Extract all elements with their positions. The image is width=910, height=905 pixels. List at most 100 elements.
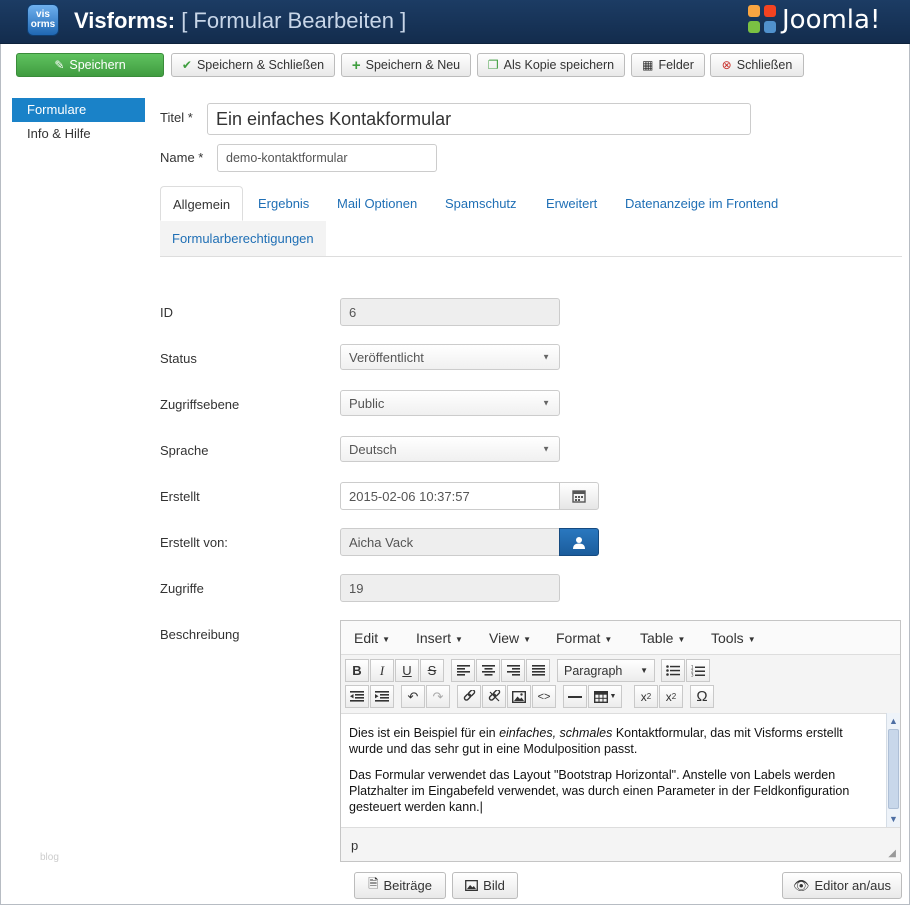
joomla-brand-text: Joomla!	[782, 5, 881, 35]
link-icon[interactable]	[457, 685, 481, 708]
tab-spamschutz[interactable]: Spamschutz	[445, 186, 517, 221]
grid-icon: ▦	[642, 58, 654, 72]
status-label: Status	[160, 351, 197, 366]
image-label: Bild	[483, 878, 505, 893]
close-button[interactable]: ⊗ Schließen	[710, 53, 804, 77]
save-copy-label: Als Kopie speichern	[503, 58, 615, 72]
select-user-button[interactable]	[559, 528, 599, 556]
tab-formularberechtigungen[interactable]: Formularberechtigungen	[160, 221, 326, 256]
save-label: Speichern	[69, 58, 126, 72]
tab-mail-optionen[interactable]: Mail Optionen	[337, 186, 417, 221]
table-icon[interactable]: ▼	[588, 685, 622, 708]
save-button[interactable]: ✎ Speichern	[16, 53, 164, 77]
editor-toolbar-row-2: ↶ ↷ <> ▼ x2 x2 Ω	[343, 685, 899, 709]
strikethrough-icon[interactable]: S	[420, 659, 444, 682]
content-paragraph-2: Das Formular verwendet das Layout "Boots…	[349, 768, 850, 814]
link-glyph	[463, 690, 475, 701]
user-icon	[573, 536, 585, 549]
editor-scrollbar[interactable]: ▲ ▼	[886, 713, 900, 827]
scroll-up-icon[interactable]: ▲	[888, 714, 899, 728]
header-bar: vis orms Visforms: [ Formular Bearbeiten …	[0, 0, 910, 44]
menu-table[interactable]: Table ▼	[640, 630, 685, 646]
created-input[interactable]: 2015-02-06 10:37:57	[340, 482, 560, 510]
image-icon[interactable]	[507, 685, 531, 708]
indent-icon[interactable]	[370, 685, 394, 708]
numbered-list-icon[interactable]: 123	[686, 659, 710, 682]
element-path[interactable]: p	[351, 838, 358, 853]
status-value: Veröffentlicht	[349, 349, 424, 365]
bold-icon[interactable]: B	[345, 659, 369, 682]
tab-erweitert[interactable]: Erweitert	[546, 186, 597, 221]
calendar-button[interactable]	[559, 482, 599, 510]
language-select[interactable]: Deutsch ▼	[340, 436, 560, 462]
chevron-down-icon: ▼	[542, 444, 550, 454]
unlink-icon[interactable]	[482, 685, 506, 708]
menu-edit[interactable]: Edit ▼	[354, 630, 390, 646]
menu-format[interactable]: Format ▼	[556, 630, 612, 646]
resize-handle-icon[interactable]: ◢	[888, 848, 896, 859]
scroll-thumb[interactable]	[888, 729, 899, 809]
undo-icon[interactable]: ↶	[401, 685, 425, 708]
image-button[interactable]: Bild	[452, 872, 518, 899]
horizontal-rule-icon[interactable]	[563, 685, 587, 708]
format-select[interactable]: Paragraph ▼	[557, 659, 655, 682]
menu-tools[interactable]: Tools ▼	[711, 630, 756, 646]
special-char-icon[interactable]: Ω	[690, 685, 714, 708]
align-center-glyph	[481, 665, 495, 676]
align-justify-icon[interactable]	[526, 659, 550, 682]
caret-down-icon: ▼	[747, 634, 756, 644]
close-circle-icon: ⊗	[721, 58, 732, 72]
articles-button[interactable]: 🗎 Beiträge	[354, 872, 446, 899]
name-input[interactable]: demo-kontaktformular	[217, 144, 437, 172]
save-new-button[interactable]: + Speichern & Neu	[341, 53, 471, 77]
caret-down-icon: ▼	[523, 634, 532, 644]
align-center-icon[interactable]	[476, 659, 500, 682]
superscript-icon[interactable]: x2	[659, 685, 683, 708]
fields-label: Felder	[658, 58, 694, 72]
access-label: Zugriffsebene	[160, 397, 240, 412]
menu-tools-label: Tools	[711, 630, 744, 646]
menu-insert[interactable]: Insert ▼	[416, 630, 463, 646]
title-input[interactable]: Ein einfaches Kontakformular	[207, 103, 751, 135]
indent-glyph	[375, 691, 389, 702]
menu-edit-label: Edit	[354, 630, 379, 646]
align-justify-glyph	[531, 665, 545, 676]
outdent-glyph	[350, 691, 364, 702]
menu-insert-label: Insert	[416, 630, 452, 646]
content-p1-start: Dies ist ein Beispiel für ein	[349, 726, 500, 740]
tab-ergebnis[interactable]: Ergebnis	[258, 186, 309, 221]
fields-button[interactable]: ▦ Felder	[631, 53, 705, 77]
access-select[interactable]: Public ▼	[340, 390, 560, 416]
tabs-divider	[160, 256, 902, 257]
subscript-icon[interactable]: x2	[634, 685, 658, 708]
sidebar-item-info-hilfe[interactable]: Info & Hilfe	[12, 122, 145, 146]
outdent-icon[interactable]	[345, 685, 369, 708]
status-select[interactable]: Veröffentlicht ▼	[340, 344, 560, 370]
language-value: Deutsch	[349, 441, 397, 457]
save-copy-button[interactable]: ❐ Als Kopie speichern	[477, 53, 625, 77]
created-by-label: Erstellt von:	[160, 535, 228, 550]
content-paragraph-1: Dies ist ein Beispiel für ein einfaches,…	[349, 725, 878, 757]
toggle-editor-button[interactable]: 👁 Editor an/aus	[782, 872, 902, 899]
caret-down-icon: ▼	[677, 634, 686, 644]
tab-datenanzeige[interactable]: Datenanzeige im Frontend	[625, 186, 778, 221]
table-glyph	[593, 690, 608, 703]
sidebar-item-formulare[interactable]: Formulare	[12, 98, 145, 122]
tab-allgemein[interactable]: Allgemein	[160, 186, 244, 221]
hits-label: Zugriffe	[160, 581, 204, 596]
scroll-down-icon[interactable]: ▼	[888, 812, 899, 826]
italic-icon[interactable]: I	[370, 659, 394, 682]
redo-icon[interactable]: ↷	[426, 685, 450, 708]
save-close-button[interactable]: ✔ Speichern & Schließen	[171, 53, 335, 77]
unlink-glyph	[488, 690, 500, 702]
align-left-icon[interactable]	[451, 659, 475, 682]
editor-content[interactable]: Dies ist ein Beispiel für ein einfaches,…	[341, 713, 886, 827]
numbered-list-glyph: 123	[691, 665, 705, 677]
underline-icon[interactable]: U	[395, 659, 419, 682]
bullet-list-icon[interactable]	[661, 659, 685, 682]
menu-view[interactable]: View ▼	[489, 630, 531, 646]
edit-icon: ✎	[54, 58, 65, 72]
id-input: 6	[340, 298, 560, 326]
align-right-icon[interactable]	[501, 659, 525, 682]
code-icon[interactable]: <>	[532, 685, 556, 708]
